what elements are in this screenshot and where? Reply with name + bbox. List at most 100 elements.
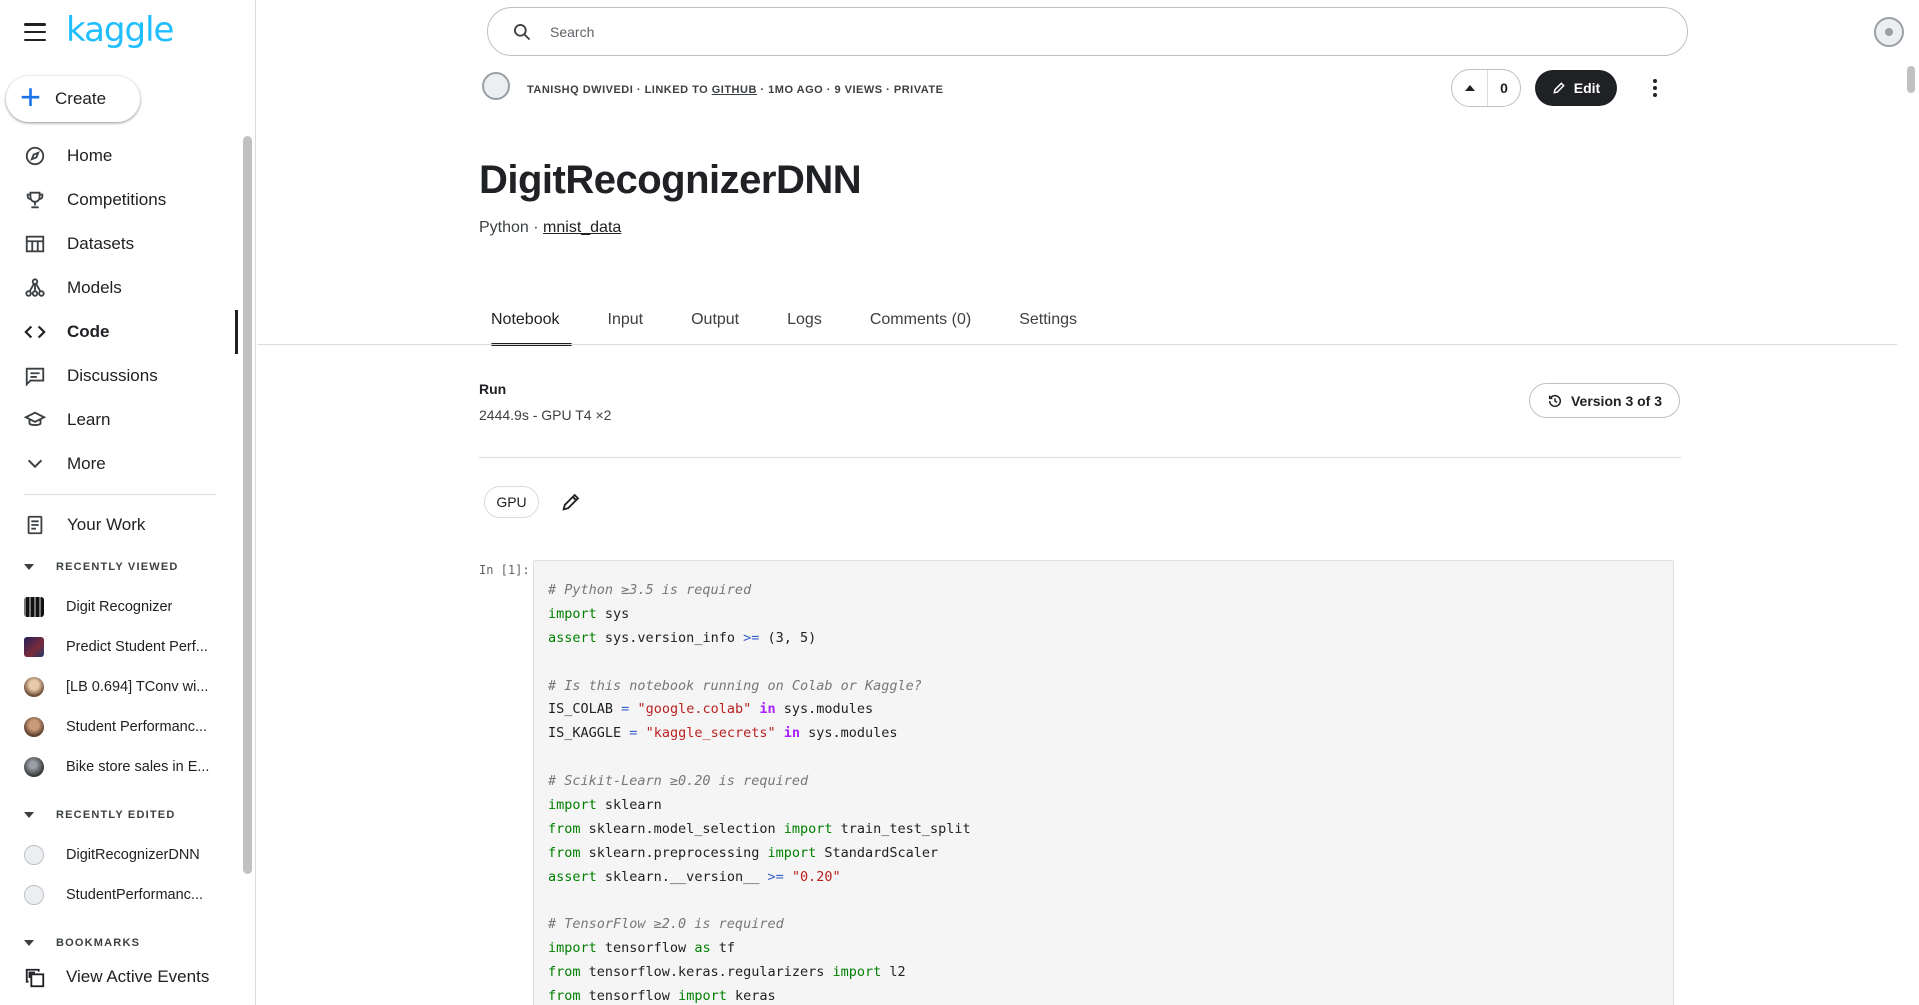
sidebar-nav: Home Competitions Datasets Models Code D…: [0, 134, 244, 486]
sidebar-item-home[interactable]: Home: [0, 134, 244, 178]
author-avatar[interactable]: [482, 72, 510, 100]
sidebar-item-more[interactable]: More: [0, 442, 244, 486]
recent-item-bike-store[interactable]: Bike store sales in E...: [24, 752, 224, 782]
github-link[interactable]: GITHUB: [712, 84, 757, 96]
sidebar-item-label: Code: [67, 322, 110, 341]
create-button[interactable]: + Create: [6, 76, 140, 122]
caret-down-icon: [24, 940, 34, 946]
code-line: import sys: [548, 605, 630, 622]
page-title: DigitRecognizerDNN: [479, 158, 862, 202]
plus-icon: +: [20, 76, 42, 117]
pencil-icon[interactable]: [560, 491, 582, 513]
page-scrollbar[interactable]: [1907, 66, 1915, 93]
sidebar-item-learn[interactable]: Learn: [0, 398, 244, 442]
code-cell[interactable]: # Python ≥3.5 is required import sys asser…: [533, 560, 1674, 1005]
code-line: # Is this notebook running on Colab or K…: [548, 677, 922, 694]
code-line: IS_COLAB = "google.colab" in sys.modules: [548, 701, 874, 718]
avatar: [24, 845, 44, 865]
pencil-icon: [1553, 82, 1565, 94]
run-label: Run: [479, 381, 507, 397]
code-line: from sklearn.preprocessing import Standa…: [548, 844, 939, 861]
edit-button[interactable]: Edit: [1535, 70, 1617, 106]
tab-input[interactable]: Input: [596, 303, 656, 345]
recent-item-studentperformance[interactable]: StudentPerformanc...: [24, 880, 224, 910]
accelerator-chip[interactable]: GPU: [484, 486, 539, 518]
sidebar-item-competitions[interactable]: Competitions: [0, 178, 244, 222]
models-icon: [24, 277, 46, 299]
caret-up-icon: [1464, 85, 1475, 91]
recently-viewed-toggle[interactable]: RECENTLY VIEWED: [24, 558, 179, 576]
sidebar-item-models[interactable]: Models: [0, 266, 244, 310]
recent-item-student-performance[interactable]: Student Performanc...: [24, 712, 224, 742]
sidebar-item-datasets[interactable]: Datasets: [0, 222, 244, 266]
events-icon: [24, 967, 45, 988]
code-line: import sklearn: [548, 797, 662, 814]
notebook-age: · 1MO AGO: [756, 84, 824, 96]
avatar: [24, 677, 44, 697]
code-line: # Scikit-Learn ≥0.20 is required: [548, 773, 809, 790]
linked-prefix: · LINKED TO: [633, 84, 712, 96]
tab-settings[interactable]: Settings: [1007, 303, 1089, 345]
bookmarks-toggle[interactable]: BOOKMARKS: [24, 934, 140, 952]
trophy-icon: [24, 189, 46, 211]
version-button[interactable]: Version 3 of 3: [1529, 383, 1680, 418]
recent-item-tconv[interactable]: [LB 0.694] TConv wi...: [24, 672, 224, 702]
sidebar-item-label: Models: [67, 278, 122, 297]
sidebar-item-discussions[interactable]: Discussions: [0, 354, 244, 398]
search-bar[interactable]: Search: [487, 7, 1688, 56]
sidebar: kaggle + Create Home Competitions Datase…: [0, 0, 256, 1005]
upvote-widget: 0: [1451, 69, 1521, 107]
recent-item-digitrecognizerdnn[interactable]: DigitRecognizerDNN: [24, 840, 224, 870]
sidebar-scrollbar[interactable]: [243, 136, 252, 874]
bookmarks-title: BOOKMARKS: [56, 937, 141, 949]
upvote-button[interactable]: [1452, 70, 1488, 106]
tabs-divider: [257, 344, 1897, 345]
tab-notebook[interactable]: Notebook: [479, 303, 572, 346]
avatar: [24, 717, 44, 737]
recent-item-label: StudentPerformanc...: [66, 887, 204, 903]
dataset-link[interactable]: mnist_data: [543, 219, 621, 236]
view-active-events-link[interactable]: View Active Events: [24, 962, 254, 992]
tab-comments[interactable]: Comments (0): [858, 303, 983, 345]
your-work-section: Your Work: [0, 503, 244, 547]
run-value: 2444.9s - GPU T4 ×2: [479, 407, 612, 423]
user-avatar[interactable]: [1874, 17, 1904, 47]
chevron-down-icon: [24, 453, 46, 475]
recent-item-digit-recognizer[interactable]: Digit Recognizer: [24, 592, 224, 622]
notebook-tabs: Notebook Input Output Logs Comments (0) …: [479, 303, 1113, 346]
notebook-meta: TANISHQ DWIVEDI · LINKED TO GITHUB · 1MO…: [527, 84, 943, 96]
learn-icon: [24, 409, 46, 431]
vote-count: 0: [1500, 80, 1508, 96]
recent-item-label: [LB 0.694] TConv wi...: [66, 679, 209, 695]
thumbnail-image: [24, 597, 44, 617]
tab-output[interactable]: Output: [679, 303, 751, 345]
author-name[interactable]: TANISHQ DWIVEDI: [527, 84, 633, 96]
recently-edited-title: RECENTLY EDITED: [56, 809, 176, 821]
list-icon: [24, 514, 46, 536]
more-options-icon[interactable]: [1648, 76, 1662, 100]
caret-down-icon: [24, 812, 34, 818]
search-input[interactable]: Search: [550, 24, 594, 40]
code-lines: # Python ≥3.5 is required import sys asser…: [548, 579, 1659, 1005]
recently-viewed-title: RECENTLY VIEWED: [56, 561, 179, 573]
recent-item-predict-student[interactable]: Predict Student Perf...: [24, 632, 224, 662]
recent-item-label: Bike store sales in E...: [66, 759, 210, 775]
sidebar-item-your-work[interactable]: Your Work: [0, 503, 244, 547]
sidebar-item-code[interactable]: Code: [0, 310, 244, 354]
edit-label: Edit: [1573, 80, 1601, 96]
recently-edited-toggle[interactable]: RECENTLY EDITED: [24, 806, 175, 824]
code-line: assert sklearn.__version__ >= "0.20": [548, 868, 841, 885]
menu-icon[interactable]: [22, 20, 48, 44]
sidebar-divider: [24, 494, 216, 495]
search-icon: [512, 22, 532, 42]
sidebar-item-label: Datasets: [67, 234, 135, 253]
kaggle-logo[interactable]: kaggle: [66, 10, 174, 50]
tab-logs[interactable]: Logs: [775, 303, 834, 345]
code-line: assert sys.version_info >= (3, 5): [548, 629, 817, 646]
create-label: Create: [55, 89, 107, 108]
notebook-visibility: · PRIVATE: [882, 84, 944, 96]
sidebar-item-label: More: [67, 454, 106, 473]
history-icon: [1548, 394, 1562, 407]
sidebar-item-label: Learn: [67, 410, 111, 429]
